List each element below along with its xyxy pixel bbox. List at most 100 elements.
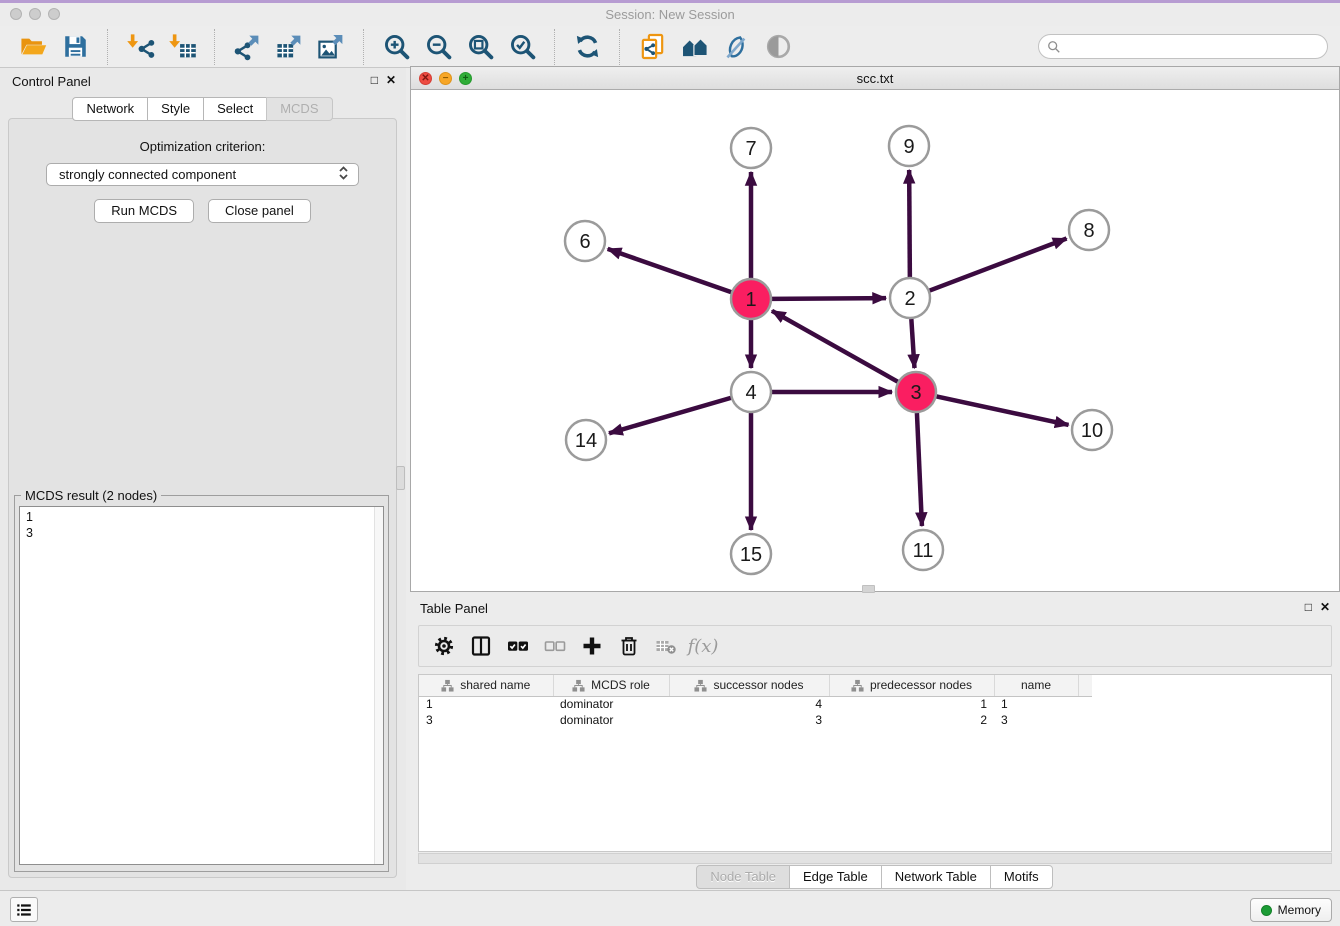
column-header-successor-nodes[interactable]: successor nodes xyxy=(669,675,829,696)
delete-row-icon[interactable] xyxy=(614,631,644,661)
graph-node-8[interactable]: 8 xyxy=(1069,210,1109,250)
graph-edge-3-11[interactable] xyxy=(917,413,922,526)
graph-node-3[interactable]: 3 xyxy=(896,372,936,412)
graph-node-1[interactable]: 1 xyxy=(731,279,771,319)
tab-edge-table[interactable]: Edge Table xyxy=(789,865,882,889)
cell-MCDS-role[interactable]: dominator xyxy=(553,696,669,712)
close-panel-icon[interactable]: ✕ xyxy=(386,73,396,87)
table-scroll-track[interactable] xyxy=(418,853,1332,864)
graph-edge-4-14[interactable] xyxy=(609,398,731,433)
tab-select[interactable]: Select xyxy=(203,97,267,121)
show-hide-icon[interactable] xyxy=(760,29,796,65)
tab-network[interactable]: Network xyxy=(72,97,148,121)
cell-predecessor-nodes[interactable]: 1 xyxy=(829,696,994,712)
graph-node-11[interactable]: 11 xyxy=(903,530,943,570)
network-canvas[interactable]: 1 2 3 4 6 7 8 9 10 11 14 15 xyxy=(411,90,1339,591)
control-panel: Control Panel □ ✕ NetworkStyleSelectMCDS… xyxy=(0,68,406,890)
svg-text:1: 1 xyxy=(745,289,756,311)
node-table[interactable]: shared nameMCDS rolesuccessor nodesprede… xyxy=(418,674,1332,852)
graph-edge-1-2[interactable] xyxy=(772,298,886,299)
cell-name[interactable]: 3 xyxy=(994,712,1078,728)
table-row[interactable]: 3dominator323 xyxy=(419,712,1092,728)
task-history-button[interactable] xyxy=(10,897,38,922)
memory-status-icon xyxy=(1261,905,1272,916)
zoom-in-icon[interactable] xyxy=(378,29,414,65)
graph-edge-2-3[interactable] xyxy=(911,319,914,368)
horizontal-splitter-grip[interactable] xyxy=(862,585,875,593)
vertical-splitter-grip[interactable] xyxy=(396,466,405,490)
result-scrollbar[interactable] xyxy=(374,507,383,864)
graph-edge-3-1[interactable] xyxy=(772,311,898,382)
network-graph[interactable]: 1 2 3 4 6 7 8 9 10 11 14 15 xyxy=(411,90,1339,591)
graph-node-7[interactable]: 7 xyxy=(731,128,771,168)
result-item[interactable]: 1 xyxy=(26,509,377,525)
close-panel-button[interactable]: Close panel xyxy=(208,199,311,223)
select-all-icon[interactable] xyxy=(503,631,533,661)
svg-text:8: 8 xyxy=(1083,220,1094,242)
graph-node-6[interactable]: 6 xyxy=(565,221,605,261)
cell-successor-nodes[interactable]: 4 xyxy=(669,696,829,712)
zoom-fit-icon[interactable] xyxy=(462,29,498,65)
list-icon xyxy=(15,901,33,919)
graph-edge-2-9[interactable] xyxy=(909,170,910,277)
tab-mcds[interactable]: MCDS xyxy=(266,97,332,121)
search-field[interactable] xyxy=(1038,34,1328,59)
graph-node-9[interactable]: 9 xyxy=(889,126,929,166)
graph-edge-2-8[interactable] xyxy=(930,239,1067,291)
import-network-icon[interactable] xyxy=(122,29,158,65)
tab-style[interactable]: Style xyxy=(147,97,204,121)
graph-node-14[interactable]: 14 xyxy=(566,420,606,460)
duplicate-network-icon[interactable] xyxy=(634,29,670,65)
add-row-icon[interactable] xyxy=(577,631,607,661)
mcds-result-list[interactable]: 13 xyxy=(19,506,384,865)
import-table-icon[interactable] xyxy=(164,29,200,65)
optimization-criterion-select[interactable]: strongly connected component xyxy=(46,163,359,186)
export-network-icon[interactable] xyxy=(229,29,265,65)
graph-node-15[interactable]: 15 xyxy=(731,534,771,574)
save-session-icon[interactable] xyxy=(57,29,93,65)
function-builder-icon-disabled: f(x) xyxy=(688,631,718,661)
cell-successor-nodes[interactable]: 3 xyxy=(669,712,829,728)
tab-node-table[interactable]: Node Table xyxy=(696,865,790,889)
export-table-icon[interactable] xyxy=(271,29,307,65)
tab-motifs[interactable]: Motifs xyxy=(990,865,1053,889)
toolbar-separator xyxy=(554,29,555,65)
cell-shared-name[interactable]: 1 xyxy=(419,696,553,712)
search-input[interactable] xyxy=(1066,40,1319,54)
style-paint-icon[interactable] xyxy=(718,29,754,65)
zoom-selected-icon[interactable] xyxy=(504,29,540,65)
column-layout-icon[interactable] xyxy=(466,631,496,661)
run-mcds-button[interactable]: Run MCDS xyxy=(94,199,194,223)
memory-button[interactable]: Memory xyxy=(1250,898,1332,922)
tab-network-table[interactable]: Network Table xyxy=(881,865,991,889)
graph-node-2[interactable]: 2 xyxy=(890,278,930,318)
toolbar-separator xyxy=(619,29,620,65)
search-icon xyxy=(1047,40,1061,54)
close-table-panel-icon[interactable]: ✕ xyxy=(1320,600,1330,614)
network-window-titlebar[interactable]: ✕ − + scc.txt xyxy=(411,67,1339,90)
float-panel-icon[interactable]: □ xyxy=(371,73,378,87)
result-item[interactable]: 3 xyxy=(26,525,377,541)
table-row[interactable]: 1dominator411 xyxy=(419,696,1092,712)
column-header-name[interactable]: name xyxy=(994,675,1078,696)
float-table-panel-icon[interactable]: □ xyxy=(1305,600,1312,614)
column-header-MCDS-role[interactable]: MCDS role xyxy=(553,675,669,696)
cell-shared-name[interactable]: 3 xyxy=(419,712,553,728)
graph-node-4[interactable]: 4 xyxy=(731,372,771,412)
svg-text:3: 3 xyxy=(910,382,921,404)
graph-node-10[interactable]: 10 xyxy=(1072,410,1112,450)
cell-MCDS-role[interactable]: dominator xyxy=(553,712,669,728)
first-neighbors-icon[interactable] xyxy=(676,29,712,65)
open-session-icon[interactable] xyxy=(15,29,51,65)
cell-predecessor-nodes[interactable]: 2 xyxy=(829,712,994,728)
refresh-view-icon[interactable] xyxy=(569,29,605,65)
cell-name[interactable]: 1 xyxy=(994,696,1078,712)
settings-gear-icon[interactable] xyxy=(429,631,459,661)
export-image-icon[interactable] xyxy=(313,29,349,65)
graph-edge-3-10[interactable] xyxy=(937,396,1069,425)
deselect-all-icon[interactable] xyxy=(540,631,570,661)
column-header-shared-name[interactable]: shared name xyxy=(419,675,553,696)
zoom-out-icon[interactable] xyxy=(420,29,456,65)
column-header-predecessor-nodes[interactable]: predecessor nodes xyxy=(829,675,994,696)
graph-edge-1-6[interactable] xyxy=(608,249,732,292)
